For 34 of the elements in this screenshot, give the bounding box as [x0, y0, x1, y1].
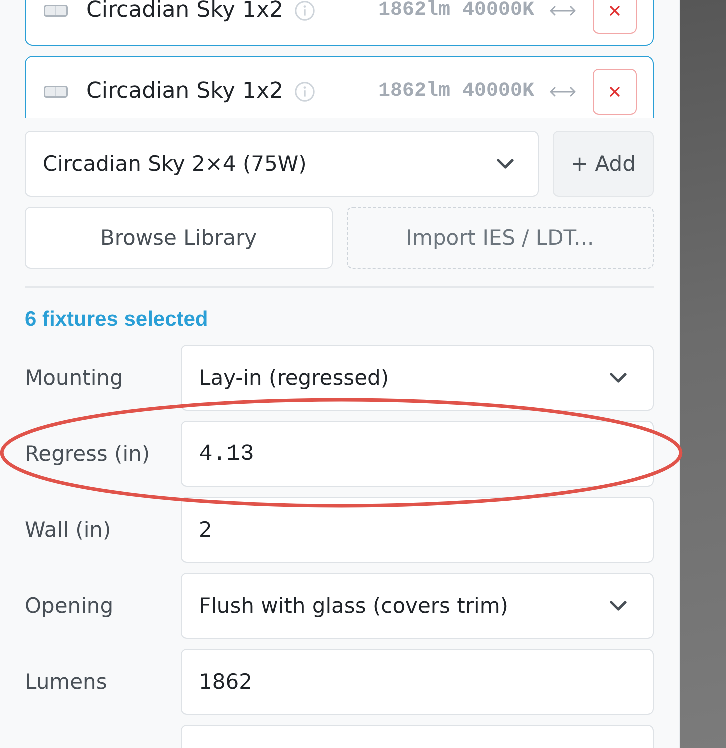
chevron-down-icon [497, 159, 514, 169]
info-icon [294, 0, 315, 20]
selection-summary: 6 fixtures selected [25, 308, 208, 332]
light-panel-icon [44, 4, 68, 16]
fixture-name: Circadian Sky 1x2 [86, 0, 284, 20]
input-field[interactable]: 1862 [181, 649, 654, 715]
browse-library-button[interactable]: Browse Library [25, 207, 332, 269]
field-label: Wall (in) [25, 518, 112, 542]
number-field[interactable]: 4.13 [181, 421, 654, 487]
info-icon [294, 82, 315, 102]
fixture-specs: 1862lm 40000K [378, 82, 534, 102]
close-icon [610, 86, 620, 96]
fixture-name: Circadian Sky 1x2 [86, 82, 284, 102]
close-icon [610, 6, 620, 16]
left-right-arrow-icon [550, 86, 576, 98]
dropdown-field[interactable]: Flush with glass (covers trim) [181, 573, 654, 639]
chevron-down-icon [610, 373, 627, 383]
delete-button[interactable] [592, 68, 636, 114]
field-label: Lumens [25, 670, 108, 694]
fixture-card[interactable]: Circadian Sky 1x2 1862lm 40000K [25, 56, 654, 118]
fixture-specs: 1862lm 40000K [378, 0, 534, 20]
left-right-arrow-icon [550, 4, 576, 16]
dropdown-field[interactable]: Lay-in (regressed) [181, 345, 654, 411]
delete-button[interactable] [592, 0, 636, 34]
import-button[interactable]: Import IES / LDT... [346, 207, 654, 269]
fixture-card[interactable]: Circadian Sky 1x2 1862lm 40000K [25, 0, 654, 46]
add-button[interactable]: + Add [553, 131, 654, 197]
light-panel-icon [44, 86, 68, 98]
fixture-dropdown[interactable]: Circadian Sky 2×4 (75W) [25, 131, 539, 197]
field-label: Mounting [25, 366, 124, 390]
field-label: Opening [25, 594, 114, 618]
field-label: Regress (in) [25, 442, 150, 466]
chevron-down-icon [610, 601, 627, 611]
input-field[interactable]: 2 [181, 497, 654, 563]
